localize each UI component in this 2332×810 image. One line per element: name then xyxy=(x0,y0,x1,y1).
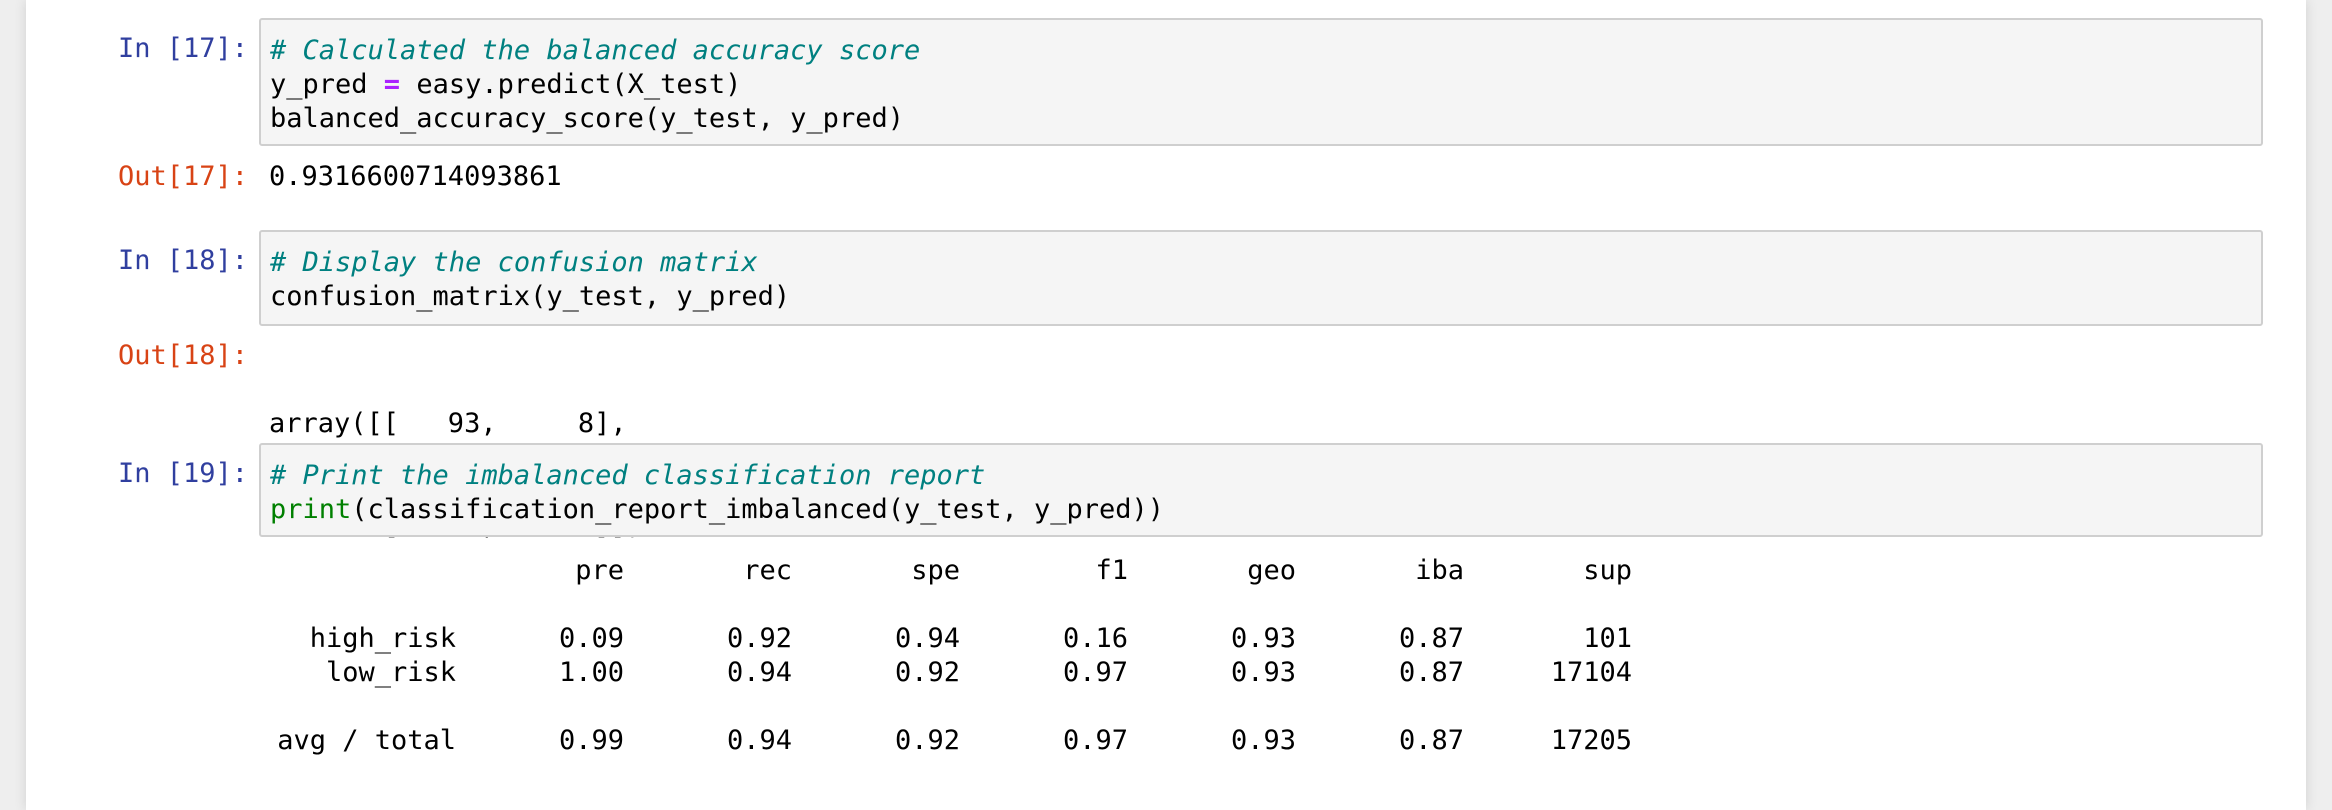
code-var: y_pred xyxy=(270,69,384,100)
output-line: array([[ 93, 8], xyxy=(269,408,627,439)
report-cell: 17205 xyxy=(1550,724,1632,756)
code-comment: # Calculated the balanced accuracy score xyxy=(270,35,921,66)
report-header: iba xyxy=(1415,554,1464,586)
report-row-label: avg / total xyxy=(277,724,456,756)
report-cell: 0.16 xyxy=(1062,622,1128,654)
in-prompt: In [19]: xyxy=(117,458,248,489)
in-prompt: In [17]: xyxy=(117,33,248,64)
out-prompt: Out[17]: xyxy=(117,161,248,192)
report-spacer xyxy=(269,587,1632,621)
report-cell: 0.87 xyxy=(1398,656,1464,688)
report-cell: 0.94 xyxy=(726,656,792,688)
report-cell: 0.09 xyxy=(558,622,624,654)
code-line: confusion_matrix(y_test, y_pred) xyxy=(270,281,791,312)
code-line: balanced_accuracy_score(y_test, y_pred) xyxy=(270,103,904,134)
report-cell: 0.93 xyxy=(1230,622,1296,654)
report-cell: 17104 xyxy=(1550,656,1632,688)
code-input[interactable]: # Display the confusion matrix confusion… xyxy=(259,230,2263,326)
report-cell: 0.94 xyxy=(894,622,960,654)
code-operator: = xyxy=(383,69,401,100)
report-header: geo xyxy=(1247,554,1296,586)
report-cell: 1.00 xyxy=(558,656,624,688)
report-header: rec xyxy=(743,554,792,586)
code-comment: # Print the imbalanced classification re… xyxy=(270,460,986,491)
report-row: low_risk 1.00 0.94 0.92 0.97 0.93 0.87 1… xyxy=(269,655,1632,689)
report-corner xyxy=(269,553,456,587)
report-cell: 0.93 xyxy=(1230,724,1296,756)
report-cell: 0.97 xyxy=(1062,656,1128,688)
report-row-label: low_risk xyxy=(325,656,456,688)
report-cell: 101 xyxy=(1583,622,1632,654)
report-header: spe xyxy=(911,554,960,586)
code-comment: # Display the confusion matrix xyxy=(270,247,758,278)
report-header: f1 xyxy=(1095,554,1128,586)
notebook-container: In [17]: # Calculated the balanced accur… xyxy=(26,0,2306,810)
code-builtin: print xyxy=(270,494,352,525)
report-spacer xyxy=(269,689,1632,723)
report-cell: 0.99 xyxy=(558,724,624,756)
report-header-row: pre rec spe f1 geo iba sup xyxy=(269,553,1632,587)
report-cell: 0.87 xyxy=(1398,724,1464,756)
output-value: 0.9316600714093861 xyxy=(269,161,562,192)
report-cell: 0.93 xyxy=(1230,656,1296,688)
report-row-label: high_risk xyxy=(309,622,456,654)
code-input[interactable]: # Print the imbalanced classification re… xyxy=(259,443,2263,537)
in-prompt: In [18]: xyxy=(117,245,248,276)
report-cell: 0.92 xyxy=(726,622,792,654)
code-line: print(classification_report_imbalanced(y… xyxy=(270,493,2261,527)
report-header: sup xyxy=(1583,554,1632,586)
report-cell: 0.92 xyxy=(894,656,960,688)
report-header: pre xyxy=(575,554,624,586)
classification-report: pre rec spe f1 geo iba sup high_risk 0.0… xyxy=(269,553,1632,757)
report-cell: 0.94 xyxy=(726,724,792,756)
report-cell: 0.92 xyxy=(894,724,960,756)
code-line: y_pred = easy.predict(X_test) xyxy=(270,68,2261,102)
code-expression: easy.predict(X_test) xyxy=(400,69,742,100)
out-prompt: Out[18]: xyxy=(117,340,248,371)
code-expression: (classification_report_imbalanced(y_test… xyxy=(351,494,1165,525)
report-cell: 0.87 xyxy=(1398,622,1464,654)
code-input[interactable]: # Calculated the balanced accuracy score… xyxy=(259,18,2263,146)
report-total-row: avg / total 0.99 0.94 0.92 0.97 0.93 0.8… xyxy=(269,723,1632,757)
report-row: high_risk 0.09 0.92 0.94 0.16 0.93 0.87 … xyxy=(269,621,1632,655)
report-cell: 0.97 xyxy=(1062,724,1128,756)
